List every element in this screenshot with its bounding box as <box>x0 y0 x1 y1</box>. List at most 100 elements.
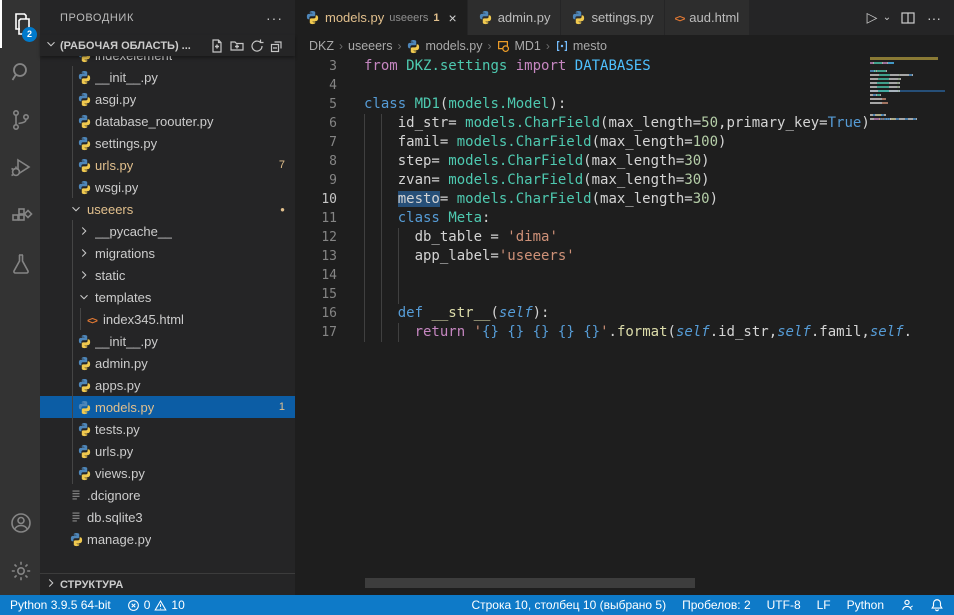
tree-item-migrations[interactable]: migrations <box>40 242 295 264</box>
tree-item-.dcignore[interactable]: .dcignore <box>40 484 295 506</box>
tree-item-manage.py[interactable]: manage.py <box>40 528 295 550</box>
indent-guide <box>364 266 365 285</box>
close-icon[interactable]: × <box>449 10 457 26</box>
workspace-label: (РАБОЧАЯ ОБЛАСТЬ) ... <box>60 40 191 52</box>
status-encoding[interactable]: UTF-8 <box>767 598 801 612</box>
indent-guide <box>72 220 73 484</box>
python-file-icon <box>406 39 421 54</box>
tree-item-admin.py[interactable]: admin.py <box>40 352 295 374</box>
activity-item-source-control[interactable] <box>0 96 40 144</box>
outline-section-header[interactable]: СТРУКТУРА <box>40 573 295 595</box>
code-line-13: 13 app_label='useeers' <box>295 247 954 266</box>
status-cursor-position[interactable]: Строка 10, столбец 10 (выбрано 5) <box>471 598 666 612</box>
breadcrumb-useeers[interactable]: useeers <box>348 39 392 53</box>
breadcrumb-separator: › <box>395 39 403 53</box>
feedback-icon <box>900 598 914 612</box>
breadcrumb-separator: › <box>337 39 345 53</box>
tree-item-useeers[interactable]: useeers● <box>40 198 295 220</box>
status-indentation[interactable]: Пробелов: 2 <box>682 598 751 612</box>
code-line-4: 4 <box>295 76 954 95</box>
workspace-section-header[interactable]: (РАБОЧАЯ ОБЛАСТЬ) ... <box>40 35 295 56</box>
line-number: 15 <box>295 285 337 304</box>
status-language-mode[interactable]: Python <box>847 598 884 612</box>
code-line-3: 3from DKZ.settings import DATABASES <box>295 57 954 76</box>
tree-item-asgi.py[interactable]: asgi.py <box>40 88 295 110</box>
activity-item-explorer[interactable]: 2 <box>0 0 40 48</box>
indent-guide <box>364 247 365 266</box>
indent-guide <box>381 114 382 133</box>
activity-item-extensions[interactable] <box>0 192 40 240</box>
status-python-interpreter[interactable]: Python 3.9.5 64-bit <box>10 598 111 612</box>
refresh-icon[interactable] <box>247 36 267 56</box>
horizontal-scrollbar[interactable] <box>365 578 695 588</box>
file-icon <box>69 488 83 502</box>
tree-item-urls.py[interactable]: urls.py7 <box>40 154 295 176</box>
tree-item--init-.py[interactable]: __init__.py <box>40 66 295 88</box>
status-feedback[interactable] <box>900 598 914 612</box>
indent-guide <box>398 266 399 285</box>
indent-guide <box>80 308 81 330</box>
tree-item-urls.py[interactable]: urls.py <box>40 440 295 462</box>
indent-guide <box>364 152 365 171</box>
code-editor[interactable]: 3from DKZ.settings import DATABASES45cla… <box>295 57 954 595</box>
tree-item-wsgi.py[interactable]: wsgi.py <box>40 176 295 198</box>
editor-group: models.pyuseeers1×admin.pysettings.py<>a… <box>295 0 954 595</box>
tab-admin.py[interactable]: admin.py <box>468 0 562 35</box>
run-dropdown-icon[interactable]: ⌄ <box>880 6 894 30</box>
tab-models.py[interactable]: models.pyuseeers1× <box>295 0 468 35</box>
tree-item-database-roouter.py[interactable]: database_roouter.py <box>40 110 295 132</box>
breadcrumb: DKZ›useeers›models.py›MD1›mesto <box>295 35 954 57</box>
new-file-icon[interactable] <box>207 36 227 56</box>
breadcrumb-MD1[interactable]: MD1 <box>496 39 540 53</box>
chevron-right-icon <box>77 224 91 238</box>
views-and-more-actions-icon[interactable]: ··· <box>266 10 283 26</box>
sidebar-title-row: ПРОВОДНИК ··· <box>40 0 295 35</box>
activity-item-testing[interactable] <box>0 240 40 288</box>
explorer-sidebar: ПРОВОДНИК ··· (РАБОЧАЯ ОБЛАСТЬ) ... inde… <box>40 0 295 595</box>
activity-item-settings[interactable] <box>0 547 40 595</box>
python-file-icon <box>77 378 92 393</box>
tree-item-templates[interactable]: templates <box>40 286 295 308</box>
status-notifications[interactable] <box>930 598 944 612</box>
new-folder-icon[interactable] <box>227 36 247 56</box>
line-number: 8 <box>295 152 337 171</box>
collapse-all-icon[interactable] <box>267 36 287 56</box>
tree-item-index345.html[interactable]: <>index345.html <box>40 308 295 330</box>
tree-item--pycache-[interactable]: __pycache__ <box>40 220 295 242</box>
tree-item--init-.py[interactable]: __init__.py <box>40 330 295 352</box>
chevron-right-icon <box>77 246 91 260</box>
breadcrumb-DKZ[interactable]: DKZ <box>309 39 334 53</box>
tree-item-models.py[interactable]: models.py1 <box>40 396 295 418</box>
status-eol[interactable]: LF <box>817 598 831 612</box>
indent-guide <box>364 323 365 342</box>
activity-item-search[interactable] <box>0 48 40 96</box>
breadcrumb-models.py[interactable]: models.py <box>406 39 482 54</box>
tree-item-db.sqlite3[interactable]: db.sqlite3 <box>40 506 295 528</box>
activity-item-run-and-debug[interactable] <box>0 144 40 192</box>
activity-item-accounts[interactable] <box>0 499 40 547</box>
tab-settings.py[interactable]: settings.py <box>561 0 664 35</box>
more-actions-icon[interactable]: ··· <box>922 6 946 30</box>
indent-guide <box>381 171 382 190</box>
tree-item-views.py[interactable]: views.py <box>40 462 295 484</box>
line-number: 13 <box>295 247 337 266</box>
tab-aud.html[interactable]: <>aud.html <box>665 0 751 35</box>
tree-item-static[interactable]: static <box>40 264 295 286</box>
split-editor-icon[interactable] <box>896 6 920 30</box>
tree-item-tests.py[interactable]: tests.py <box>40 418 295 440</box>
indent-guide <box>381 228 382 247</box>
tree-item-indexelement[interactable]: indexelement <box>40 56 295 66</box>
line-number: 7 <box>295 133 337 152</box>
breadcrumb-mesto[interactable]: mesto <box>555 39 607 53</box>
python-file-icon <box>77 422 92 437</box>
indent-guide <box>381 152 382 171</box>
python-file-icon <box>77 466 92 481</box>
tree-item-settings.py[interactable]: settings.py <box>40 132 295 154</box>
python-file-icon <box>77 92 92 107</box>
minimap[interactable] <box>870 57 945 122</box>
status-problems[interactable]: 010 <box>127 598 185 612</box>
search-icon <box>9 60 33 84</box>
tree-item-apps.py[interactable]: apps.py <box>40 374 295 396</box>
python-file-icon <box>77 70 92 85</box>
chevron-right-icon <box>77 268 91 282</box>
